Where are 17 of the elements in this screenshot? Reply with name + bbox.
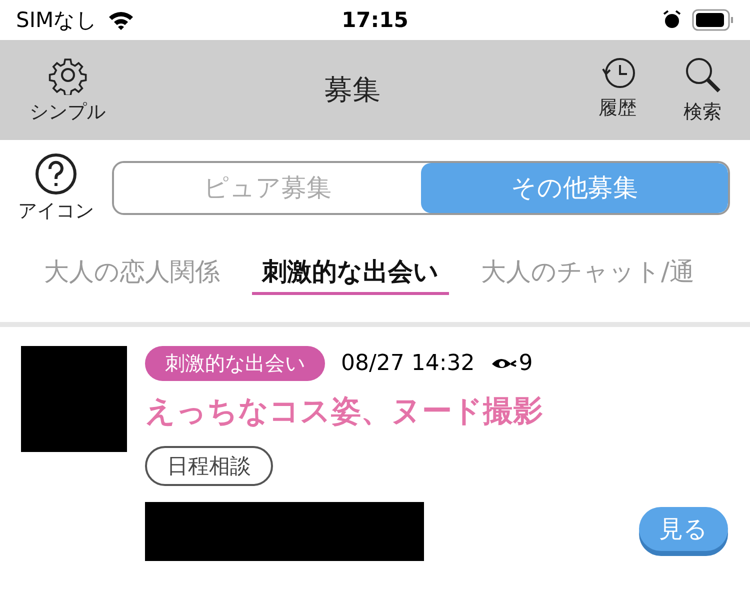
post-title: えっちなコス姿、ヌード撮影 — [145, 393, 544, 431]
history-button[interactable]: 履歴 — [590, 55, 645, 125]
help-button[interactable]: アイコン — [18, 152, 94, 224]
clock-time: 17:15 — [342, 8, 408, 32]
search-button[interactable]: 検索 — [675, 55, 730, 125]
schedule-tag: 日程相談 — [145, 446, 273, 486]
post-date: 08/27 14:32 — [341, 351, 475, 376]
alarm-icon — [662, 10, 682, 30]
category-label: 刺激的な出会い — [145, 346, 325, 381]
simple-mode-button[interactable]: シンプル — [20, 55, 115, 125]
battery-icon — [692, 9, 734, 31]
page-title: 募集 — [324, 72, 382, 108]
help-icon — [34, 152, 78, 196]
carrier-label: SIMなし — [16, 7, 98, 34]
wifi-icon — [108, 10, 134, 30]
view-count: 9 — [518, 351, 533, 376]
category-tab[interactable]: 刺激的な出会い — [252, 250, 449, 294]
